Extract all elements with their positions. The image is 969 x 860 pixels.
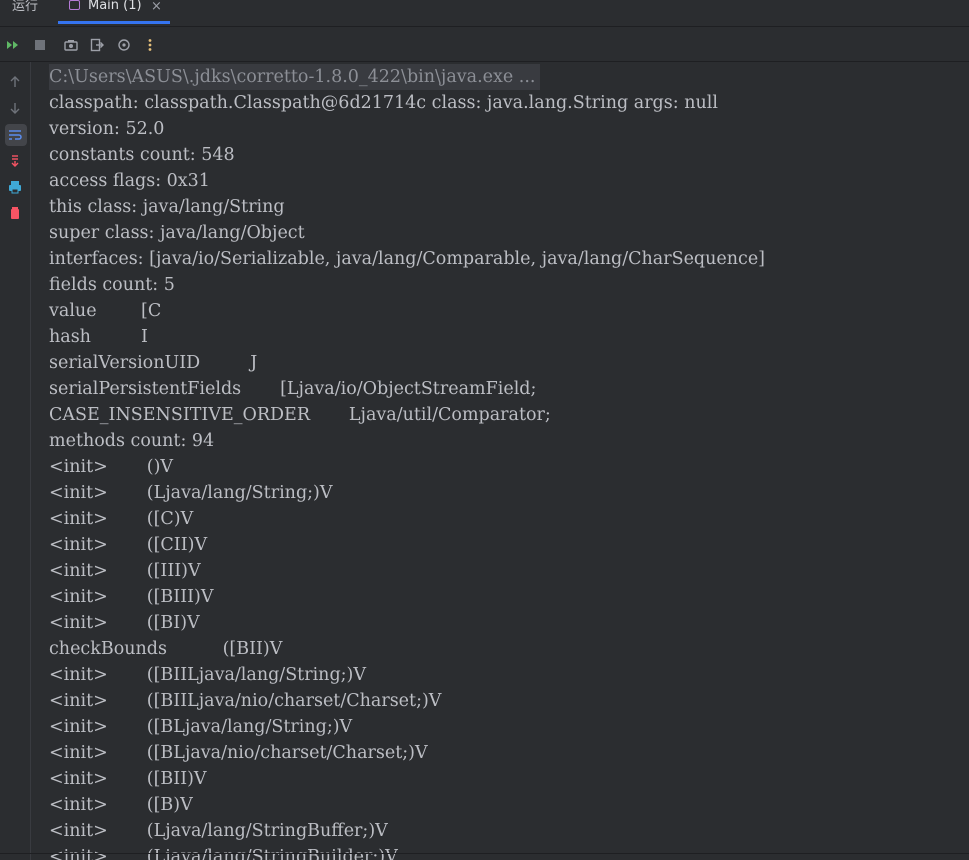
tab-main-label: Main (1) (88, 0, 142, 13)
scroll-to-end-icon[interactable] (7, 153, 23, 169)
console-output[interactable]: C:\Users\ASUS\.jdks\corretto-1.8.0_422\b… (31, 62, 969, 860)
tab-main[interactable]: Main (1) × (58, 0, 170, 24)
close-icon[interactable]: × (151, 0, 162, 14)
console-line: <init> ([C)V (49, 509, 194, 529)
arrow-down-icon[interactable] (7, 100, 23, 116)
console-line: <init> ([B)V (49, 795, 193, 815)
console-line: <init> ([BLjava/lang/String;)V (49, 717, 353, 737)
run-config-icon (69, 0, 80, 10)
console-line: hash I (49, 327, 148, 347)
console-line: constants count: 548 (49, 145, 235, 165)
console-line: version: 52.0 (49, 119, 165, 139)
console-line: fields count: 5 (49, 275, 175, 295)
console-gutter (0, 62, 31, 860)
settings-icon[interactable] (117, 38, 131, 52)
bottom-divider (0, 853, 969, 854)
console-line: access flags: 0x31 (49, 171, 210, 191)
console-line: checkBounds ([BII)V (49, 639, 283, 659)
console-line: <init> ([CII)V (49, 535, 208, 555)
trash-icon[interactable] (7, 205, 23, 221)
console-line: <init> (Ljava/lang/StringBuffer;)V (49, 821, 388, 841)
more-icon[interactable] (143, 38, 157, 52)
camera-icon[interactable] (64, 38, 78, 52)
console-line: CASE_INSENSITIVE_ORDER Ljava/util/Compar… (49, 405, 551, 425)
console-line: <init> (Ljava/lang/String;)V (49, 483, 333, 503)
console-line: <init> ([BI)V (49, 613, 200, 633)
console-line: interfaces: [java/io/Serializable, java/… (49, 249, 766, 269)
stop-icon[interactable] (33, 38, 47, 52)
console-line: <init> ()V (49, 457, 174, 477)
console-line: <init> ([BLjava/nio/charset/Charset;)V (49, 743, 428, 763)
console-line: classpath: classpath.Classpath@6d21714c … (49, 93, 718, 113)
console-line: <init> ([BII)V (49, 769, 207, 789)
rerun-icon[interactable] (6, 38, 20, 52)
arrow-up-icon[interactable] (7, 74, 23, 90)
console-line: super class: java/lang/Object (49, 223, 305, 243)
command-line: C:\Users\ASUS\.jdks\corretto-1.8.0_422\b… (49, 64, 540, 90)
console-line: <init> ([BIILjava/nio/charset/Charset;)V (49, 691, 442, 711)
tab-run[interactable]: 运行 (12, 0, 38, 22)
tool-window-tab-bar: 运行 Main (1) × (0, 0, 969, 27)
console-line: serialVersionUID J (49, 353, 258, 373)
console-line: serialPersistentFields [Ljava/io/ObjectS… (49, 379, 537, 399)
soft-wrap-icon[interactable] (7, 127, 23, 143)
console-line: <init> ([BIILjava/lang/String;)V (49, 665, 367, 685)
console-line: value [C (49, 301, 162, 321)
console-line: <init> ([BIII)V (49, 587, 214, 607)
console-line: this class: java/lang/String (49, 197, 285, 217)
exit-icon[interactable] (90, 38, 104, 52)
run-toolbar (0, 27, 969, 62)
print-icon[interactable] (7, 179, 23, 195)
console-line: methods count: 94 (49, 431, 215, 451)
console-line: <init> (Ljava/lang/StringBuilder;)V (49, 847, 398, 860)
console-line: <init> ([III)V (49, 561, 201, 581)
